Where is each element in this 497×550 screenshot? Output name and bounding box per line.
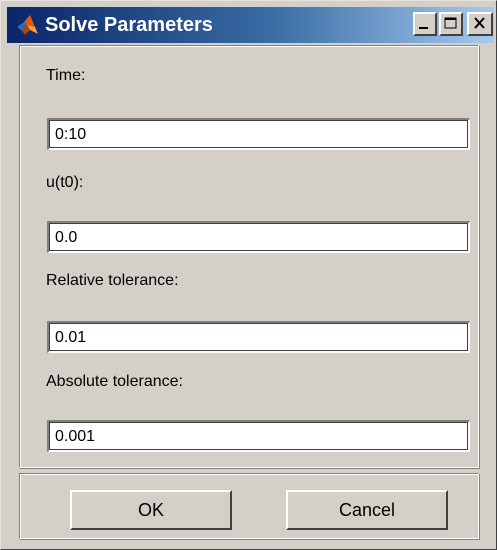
absolute-tolerance-field[interactable] [47,420,470,452]
close-icon [474,17,485,29]
minimize-icon [419,27,428,29]
ok-button[interactable]: OK [70,490,232,530]
relative-tolerance-label: Relative tolerance: [46,272,179,289]
maximize-button[interactable] [439,12,463,36]
minimize-button[interactable] [413,12,437,36]
relative-tolerance-field[interactable] [47,321,470,353]
u0-label: u(t0): [46,174,84,191]
absolute-tolerance-label: Absolute tolerance: [46,373,183,390]
u0-field[interactable] [47,221,470,253]
time-field[interactable] [47,118,470,150]
matlab-logo-icon [15,13,39,37]
title-bar[interactable]: Solve Parameters [7,7,494,43]
window-title: Solve Parameters [45,14,213,36]
cancel-button[interactable]: Cancel [286,490,448,530]
parameters-panel: Time: u(t0): Relative tolerance: Absolut… [19,45,479,468]
button-panel: OK Cancel [19,473,479,539]
dialog-window: Solve Parameters Time: u(t0): Relative t… [0,0,497,550]
time-label: Time: [46,67,86,84]
maximize-icon [444,17,457,29]
close-button[interactable] [467,12,493,36]
